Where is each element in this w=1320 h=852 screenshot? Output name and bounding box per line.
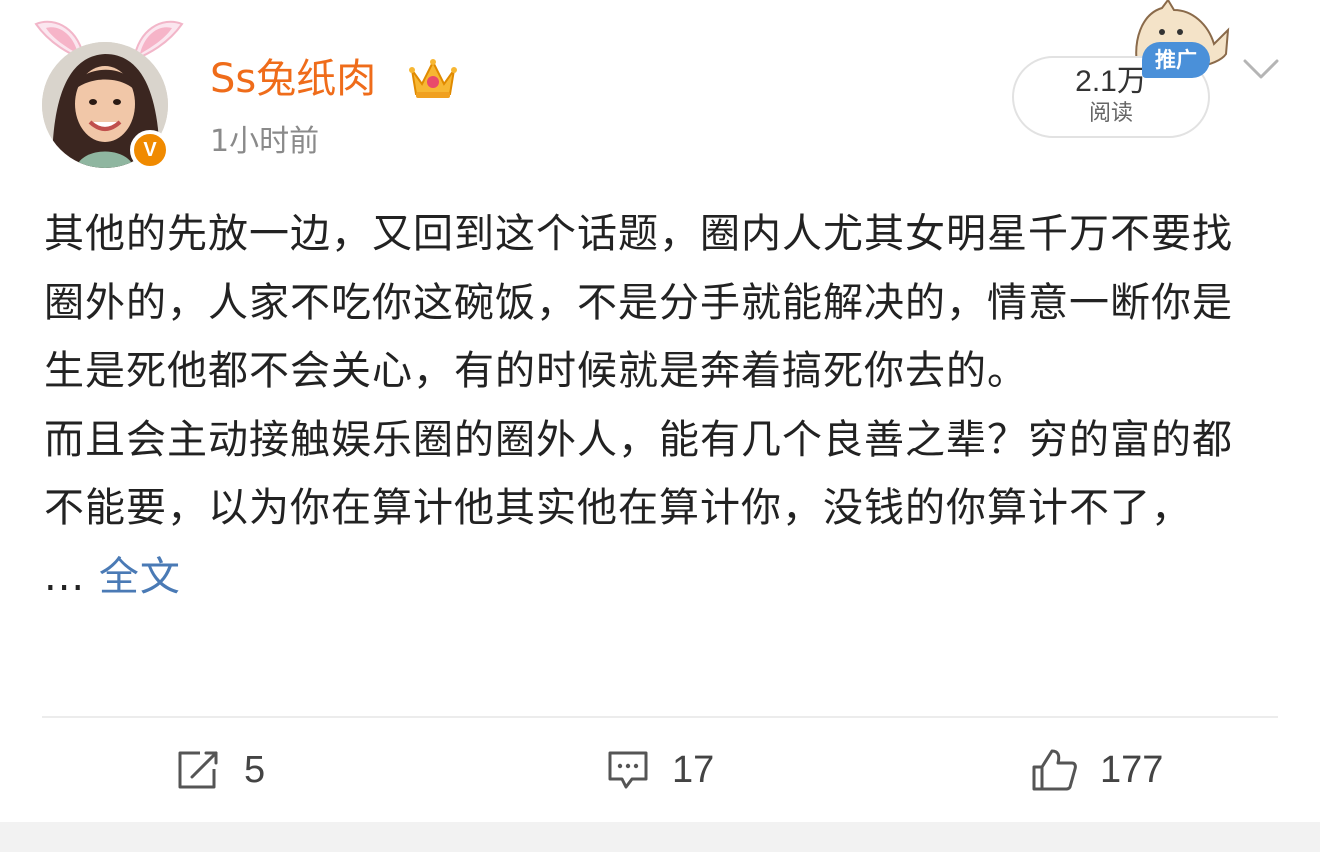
share-button[interactable]: 5 xyxy=(176,740,265,800)
share-edit-icon xyxy=(178,751,218,789)
comment-icon xyxy=(608,751,648,789)
post-body-text: 其他的先放一边，又回到这个话题，圈内人尤其女明星千万不要找圈外的，人家不吃你这碗… xyxy=(44,211,1233,531)
thumbs-up-icon xyxy=(1032,749,1077,791)
section-gap xyxy=(0,822,1320,852)
share-count: 5 xyxy=(244,748,266,791)
avatar-container[interactable]: V xyxy=(34,14,184,174)
post-timestamp: 1小时前 xyxy=(210,124,320,159)
promo-tag[interactable]: 推广 xyxy=(1142,42,1210,78)
read-label: 阅读 xyxy=(1088,101,1133,126)
verified-badge: V xyxy=(130,130,170,170)
divider xyxy=(42,716,1278,718)
read-more-link[interactable]: 全文 xyxy=(99,554,181,600)
comment-count: 17 xyxy=(672,748,715,791)
like-count: 177 xyxy=(1100,748,1164,791)
crown-icon xyxy=(409,59,457,98)
post-ellipsis: ... xyxy=(44,553,99,600)
username[interactable]: Ss兔纸肉 xyxy=(210,54,376,104)
chevron-down-icon[interactable] xyxy=(1242,56,1280,82)
like-button[interactable]: 177 xyxy=(1030,740,1163,800)
comment-button[interactable]: 17 xyxy=(606,740,714,800)
post-body: 其他的先放一边，又回到这个话题，圈内人尤其女明星千万不要找圈外的，人家不吃你这碗… xyxy=(44,200,1244,611)
post-card: V Ss兔纸肉 1小时前 2.1万 阅读 推广 其他的先放一边，又回到这个话题，… xyxy=(0,0,1320,822)
